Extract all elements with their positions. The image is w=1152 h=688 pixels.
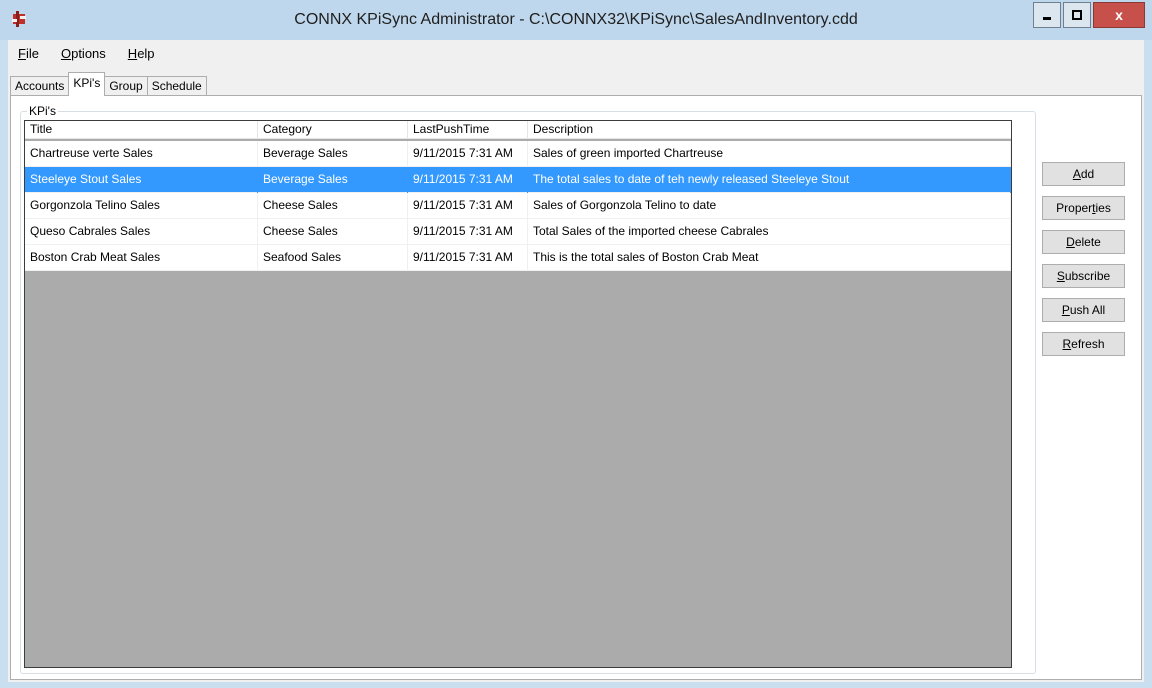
cell-description: Total Sales of the imported cheese Cabra… (528, 219, 1011, 245)
cell-last-push: 9/11/2015 7:31 AM (408, 193, 528, 219)
maximize-icon (1072, 10, 1082, 20)
window-title: CONNX KPiSync Administrator - C:\CONNX32… (294, 11, 858, 28)
cell-title: Chartreuse verte Sales (25, 141, 258, 167)
cell-category: Cheese Sales (258, 219, 408, 245)
table-row-selected[interactable]: Steeleye Stout Sales Beverage Sales 9/11… (25, 167, 1011, 193)
groupbox-label: KPi's (27, 104, 58, 118)
properties-button[interactable]: Proper t ies (1042, 196, 1125, 220)
close-button[interactable]: x (1093, 2, 1145, 28)
table-row[interactable]: Gorgonzola Telino Sales Cheese Sales 9/1… (25, 193, 1011, 219)
cell-last-push: 9/11/2015 7:31 AM (408, 219, 528, 245)
cell-category: Seafood Sales (258, 245, 408, 271)
tab-accounts[interactable]: Accounts (10, 76, 70, 96)
kpi-list[interactable]: Title Category LastPushTime Description … (24, 120, 1012, 668)
cell-category: Beverage Sales (258, 141, 408, 167)
title-bar[interactable]: CONNX KPiSync Administrator - C:\CONNX32… (0, 0, 1152, 40)
cell-category: Beverage Sales (258, 167, 408, 193)
app-window: CONNX KPiSync Administrator - C:\CONNX32… (0, 0, 1152, 688)
table-row[interactable]: Chartreuse verte Sales Beverage Sales 9/… (25, 141, 1011, 167)
cell-last-push: 9/11/2015 7:31 AM (408, 141, 528, 167)
minimize-icon (1043, 17, 1051, 20)
table-row[interactable]: Queso Cabrales Sales Cheese Sales 9/11/2… (25, 219, 1011, 245)
cell-description: Sales of Gorgonzola Telino to date (528, 193, 1011, 219)
menu-help[interactable]: Help (118, 44, 167, 66)
client-area: File Options Help Accounts KPi's Group S… (8, 40, 1144, 682)
refresh-button[interactable]: Refresh (1042, 332, 1125, 356)
subscribe-button[interactable]: Subscribe (1042, 264, 1125, 288)
push-all-button[interactable]: Push All (1042, 298, 1125, 322)
cell-last-push: 9/11/2015 7:31 AM (408, 245, 528, 271)
column-header-title[interactable]: Title (25, 121, 258, 139)
list-header: Title Category LastPushTime Description (25, 121, 1011, 139)
cell-title: Steeleye Stout Sales (25, 167, 258, 193)
cell-category: Cheese Sales (258, 193, 408, 219)
tab-kpis[interactable]: KPi's (68, 72, 106, 96)
menu-bar: File Options Help (8, 44, 167, 66)
menu-options[interactable]: Options (51, 44, 118, 66)
column-header-category[interactable]: Category (258, 121, 408, 139)
column-header-description[interactable]: Description (528, 121, 1011, 139)
add-button[interactable]: Add (1042, 162, 1125, 186)
minimize-button[interactable] (1033, 2, 1061, 28)
cell-title: Boston Crab Meat Sales (25, 245, 258, 271)
table-row[interactable]: Boston Crab Meat Sales Seafood Sales 9/1… (25, 245, 1011, 271)
close-icon: x (1115, 7, 1123, 23)
tab-group[interactable]: Group (104, 76, 148, 96)
tab-schedule[interactable]: Schedule (146, 76, 207, 96)
maximize-button[interactable] (1063, 2, 1091, 28)
cell-title: Queso Cabrales Sales (25, 219, 258, 245)
cell-description: The total sales to date of teh newly rel… (528, 167, 1011, 193)
column-header-lastpushtime[interactable]: LastPushTime (408, 121, 528, 139)
cell-last-push: 9/11/2015 7:31 AM (408, 167, 528, 193)
delete-button[interactable]: Delete (1042, 230, 1125, 254)
menu-file[interactable]: File (8, 44, 51, 66)
cell-description: This is the total sales of Boston Crab M… (528, 245, 1011, 271)
cell-title: Gorgonzola Telino Sales (25, 193, 258, 219)
cell-description: Sales of green imported Chartreuse (528, 141, 1011, 167)
tab-strip: Accounts KPi's Group Schedule (10, 72, 207, 96)
kpis-tab-page: KPi's Title Category LastPushTime Descri… (10, 95, 1142, 680)
